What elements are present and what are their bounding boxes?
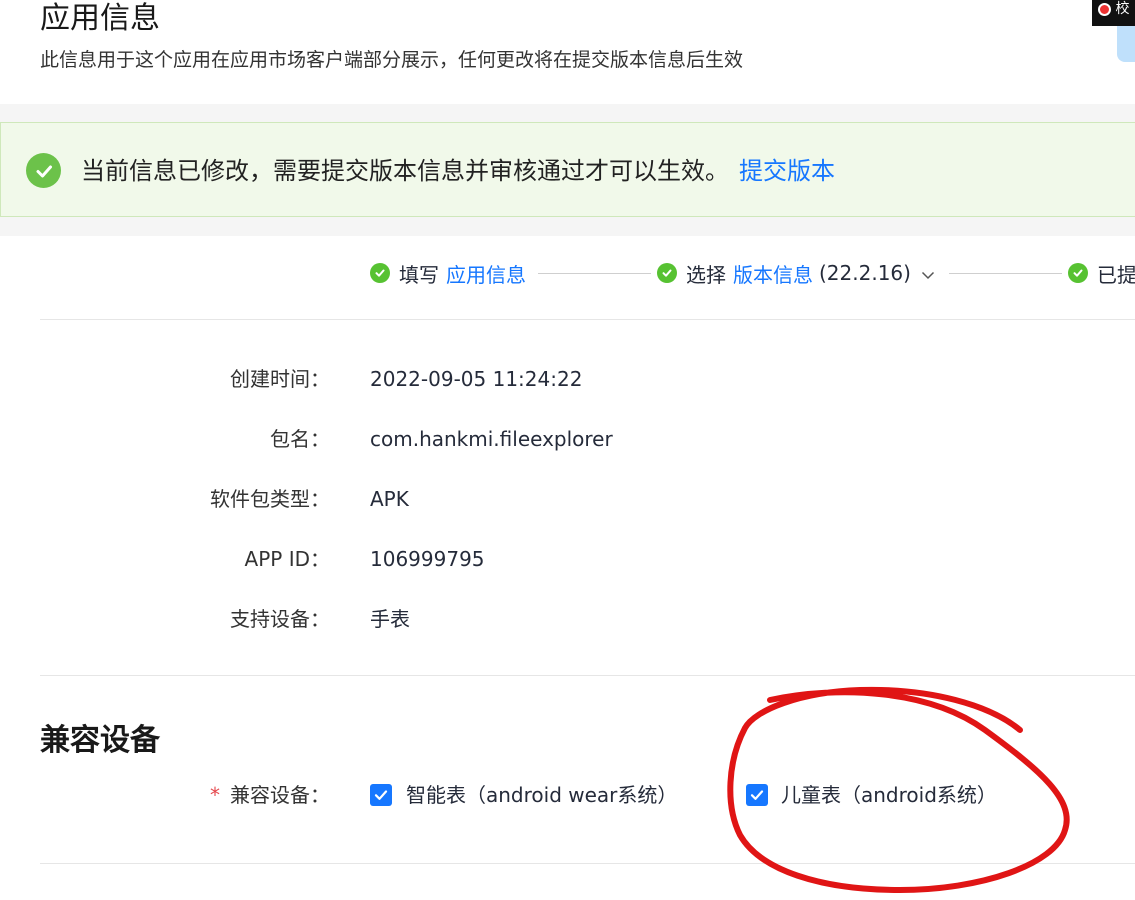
submit-version-link[interactable]: 提交版本 — [739, 157, 835, 185]
step-connector — [538, 272, 651, 274]
info-row-supported-devices: 支持设备： 手表 — [0, 604, 1135, 634]
step-connector — [948, 272, 1062, 274]
info-row-package-type: 软件包类型： APK — [0, 484, 1135, 514]
page-description: 此信息用于这个应用在应用市场客户端部分展示，任何更改将在提交版本信息后生效 — [40, 49, 744, 71]
info-value: com.hankmi.fileexplorer — [370, 427, 613, 451]
info-value: APK — [370, 487, 409, 511]
progress-steps: 填写 应用信息 选择 版本信息 (22.2.16) 已提 — [370, 258, 1135, 288]
info-row-created-time: 创建时间： 2022-09-05 11:24:22 — [0, 364, 1135, 394]
notice-message: 当前信息已修改，需要提交版本信息并审核通过才可以生效。 提交版本 — [81, 156, 835, 186]
check-icon — [657, 263, 677, 283]
checkmark-icon — [374, 790, 388, 800]
kids-watch-label[interactable]: 儿童表（android系统） — [781, 780, 997, 810]
chevron-down-icon[interactable] — [921, 261, 935, 285]
corner-badge[interactable]: 校 — [1092, 0, 1135, 26]
info-value: 106999795 — [370, 547, 485, 571]
compat-label: * 兼容设备： — [210, 780, 330, 810]
info-row-package-name: 包名： com.hankmi.fileexplorer — [0, 424, 1135, 454]
version-info-link[interactable]: 版本信息 — [733, 259, 813, 288]
info-label: 创建时间： — [230, 367, 330, 391]
smart-watch-checkbox[interactable] — [370, 784, 392, 806]
info-value: 手表 — [370, 607, 410, 631]
app-info-link[interactable]: 应用信息 — [446, 259, 526, 288]
notice-banner: 当前信息已修改，需要提交版本信息并审核通过才可以生效。 提交版本 — [0, 122, 1135, 217]
divider — [40, 319, 1135, 320]
required-mark: * — [210, 783, 220, 807]
check-icon — [1067, 263, 1088, 283]
corner-badge-text: 校 — [1115, 1, 1130, 17]
notice-text: 当前信息已修改，需要提交版本信息并审核通过才可以生效。 — [81, 157, 729, 185]
step-submitted: 已提 — [1067, 259, 1135, 288]
info-row-app-id: APP ID： 106999795 — [0, 544, 1135, 574]
smart-watch-label[interactable]: 智能表（android wear系统） — [406, 780, 677, 810]
check-icon — [370, 263, 390, 283]
info-label: APP ID： — [244, 547, 330, 571]
info-value: 2022-09-05 11:24:22 — [370, 367, 583, 391]
kids-watch-checkbox[interactable] — [746, 784, 768, 806]
info-label: 包名： — [270, 427, 330, 451]
page-title: 应用信息 — [40, 1, 160, 36]
compat-devices-row: * 兼容设备： 智能表（android wear系统） 儿童表（android系统… — [0, 780, 1135, 810]
version-number: (22.2.16) — [819, 261, 911, 285]
divider — [40, 863, 1135, 864]
compat-section-title: 兼容设备 — [40, 723, 160, 758]
check-circle-icon — [26, 153, 61, 188]
step-prefix: 已提 — [1096, 262, 1135, 287]
step-fill-app-info: 填写 应用信息 — [370, 259, 526, 288]
info-label: 软件包类型： — [210, 487, 330, 511]
side-panel-tab[interactable] — [1117, 26, 1135, 62]
checkmark-icon — [750, 790, 764, 800]
divider — [40, 675, 1135, 676]
step-prefix: 填写 — [399, 262, 439, 287]
record-icon — [1098, 2, 1111, 16]
step-select-version: 选择 版本信息 (22.2.16) — [657, 259, 937, 288]
compat-label-text: 兼容设备： — [230, 783, 330, 807]
step-prefix: 选择 — [686, 262, 726, 287]
info-label: 支持设备： — [230, 607, 330, 631]
